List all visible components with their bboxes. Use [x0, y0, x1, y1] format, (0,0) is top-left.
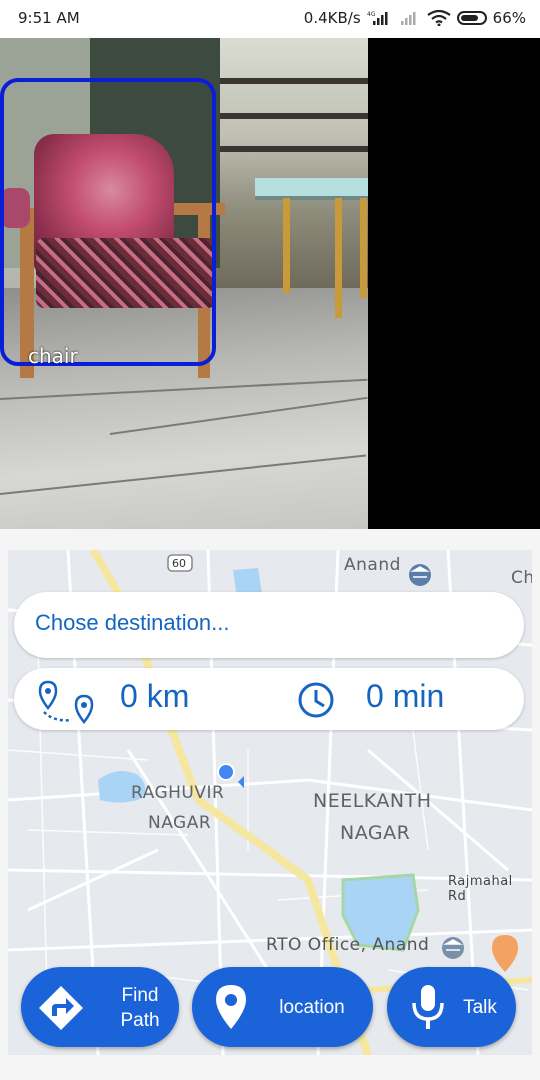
camera-frame: chair: [0, 38, 368, 529]
detection-box: [0, 78, 216, 366]
status-bar: 9:51 AM 0.4KB/s 4G 66%: [0, 0, 540, 38]
destination-placeholder: Chose destination...: [35, 610, 230, 635]
status-time: 9:51 AM: [18, 9, 80, 27]
location-button[interactable]: location: [192, 967, 373, 1047]
map-view[interactable]: 60 Anand Ch RAGHUVIR NAGAR NEELKANTH NAG…: [8, 550, 532, 1055]
find-path-button[interactable]: Find Path: [21, 967, 179, 1047]
current-location-dot: [217, 763, 235, 781]
detection-label: chair: [28, 344, 78, 368]
map-label-rajmahal: Rajmahal Rd: [448, 874, 513, 904]
network-type: 4G: [367, 11, 376, 18]
find-path-label-1: Find: [121, 985, 159, 1006]
map-label-neelkanth-2: NAGAR: [340, 822, 411, 844]
trip-info-panel: 0 km 0 min: [14, 668, 524, 730]
duration-value: 0 min: [366, 678, 445, 714]
find-path-label-2: Path: [120, 1010, 160, 1031]
signal-icon: 4G: [367, 10, 393, 26]
battery-icon: [456, 11, 487, 25]
talk-button[interactable]: Talk: [387, 967, 516, 1047]
map-label-rto: RTO Office, Anand: [266, 935, 430, 955]
bottom-bar: [0, 1062, 540, 1080]
map-label-raghuvir-2: NAGAR: [148, 813, 212, 833]
restaurant-icon: [492, 935, 518, 972]
location-label: location: [279, 997, 345, 1018]
map-label-ch: Ch: [511, 568, 532, 588]
distance-value: 0 km: [120, 678, 190, 714]
camera-preview: chair: [0, 38, 540, 529]
road-number: 60: [172, 557, 186, 570]
net-speed: 0.4KB/s: [303, 9, 361, 27]
status-right: 0.4KB/s 4G 66%: [304, 9, 526, 27]
destination-field[interactable]: Chose destination...: [14, 592, 524, 658]
map-label-anand: Anand: [344, 555, 401, 575]
talk-label: Talk: [463, 997, 497, 1018]
battery-level: 66%: [492, 9, 526, 27]
map-label-raghuvir-1: RAGHUVIR: [131, 783, 225, 803]
map-label-neelkanth-1: NEELKANTH: [313, 790, 432, 812]
signal-icon-2: [399, 10, 421, 26]
wifi-icon: [427, 10, 451, 26]
